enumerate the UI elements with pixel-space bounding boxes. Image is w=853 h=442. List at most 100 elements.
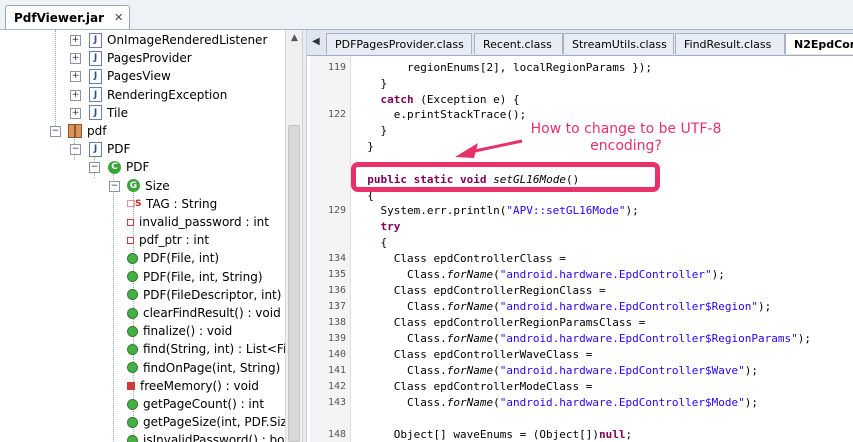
tree-item-label: TAG : String bbox=[146, 196, 218, 211]
tree-item[interactable]: freeMemory() : void bbox=[127, 377, 259, 395]
tree-item[interactable]: finalize() : void bbox=[127, 322, 232, 340]
tree-item-label: PDF bbox=[126, 160, 150, 175]
collapse-icon[interactable]: − bbox=[89, 162, 100, 174]
expand-icon[interactable]: + bbox=[70, 89, 81, 101]
public-method-icon bbox=[127, 416, 138, 428]
splitter[interactable] bbox=[302, 30, 307, 442]
tree-item[interactable]: □S TAG : String bbox=[127, 195, 218, 213]
code-line: { bbox=[354, 236, 387, 249]
close-icon[interactable]: ✕ bbox=[114, 11, 123, 24]
tree-item[interactable]: C PDF bbox=[108, 158, 149, 176]
tree-item-label: pdf_ptr : int bbox=[139, 233, 210, 248]
tree-item[interactable]: J PDF bbox=[89, 140, 130, 158]
tree-item-label: PDF(FileDescriptor, int) bbox=[143, 287, 282, 302]
code-token: Class. bbox=[354, 300, 447, 313]
tab-scroll-left-icon[interactable]: ◀ bbox=[312, 36, 320, 47]
tree-item[interactable]: G Size bbox=[127, 177, 170, 195]
java-file-icon: J bbox=[89, 141, 102, 157]
tree-item[interactable]: findOnPage(int, String) : Li bbox=[127, 359, 285, 377]
editor-tab[interactable]: FindResult.class bbox=[675, 33, 785, 54]
tree-item-label: clearFindResult() : void bbox=[143, 306, 281, 320]
code-token: Class. bbox=[354, 396, 447, 409]
code-line: Class epdControllerWaveClass = bbox=[354, 348, 593, 361]
public-method-icon bbox=[127, 252, 138, 264]
code-token: regionEnums[2], localRegionParams }); bbox=[354, 61, 653, 74]
java-file-icon: J bbox=[89, 105, 102, 121]
tree-item[interactable]: clearFindResult() : void bbox=[127, 304, 281, 322]
package-icon bbox=[68, 124, 82, 138]
tree-item[interactable]: getPageCount() : int bbox=[127, 395, 264, 413]
code-token: { bbox=[354, 236, 388, 249]
tree-item[interactable]: invalid_password : int bbox=[127, 213, 269, 231]
tree-item[interactable]: PDF(File, int) bbox=[127, 249, 219, 267]
tree-item[interactable]: J OnImageRenderedListener bbox=[89, 31, 267, 49]
tree-item[interactable]: J PagesProvider bbox=[89, 49, 192, 67]
tab-pdfviewer-jar[interactable]: PdfViewer.jar ✕ bbox=[5, 5, 131, 29]
line-number: 140 bbox=[327, 349, 346, 360]
tree-item[interactable]: J Tile bbox=[89, 104, 128, 122]
code-token: ); bbox=[744, 396, 758, 409]
editor-tab[interactable]: PDFPagesProvider.class bbox=[326, 33, 472, 54]
tree-item[interactable]: isInvalidPassword() : boole bbox=[127, 431, 285, 442]
tree-item[interactable]: getPageSize(int, PDF.Size) : bbox=[127, 413, 285, 431]
line-number: 143 bbox=[327, 397, 346, 408]
collapse-icon[interactable]: − bbox=[70, 144, 81, 156]
tree-item[interactable]: pdf_ptr : int bbox=[127, 231, 209, 249]
expand-icon[interactable]: + bbox=[70, 35, 81, 46]
code-editor[interactable]: 119 122 129 134 135 136 137 138 139 140 141 142 143 1… bbox=[310, 56, 853, 442]
editor-tab[interactable]: StreamUtils.class bbox=[563, 33, 674, 54]
tree-scrollbar[interactable]: ▲ bbox=[285, 30, 303, 442]
code-token: "android.hardware.EpdController$Region" bbox=[499, 300, 758, 313]
collapse-icon[interactable]: − bbox=[109, 180, 120, 192]
private-field-icon bbox=[127, 218, 134, 226]
code-token: e.printStackTrace(); bbox=[354, 108, 527, 121]
class-icon: C bbox=[108, 160, 121, 174]
tree-item[interactable]: pdf bbox=[68, 122, 106, 140]
public-method-icon bbox=[127, 434, 138, 442]
collapse-icon[interactable]: − bbox=[50, 126, 61, 137]
tree-item[interactable]: find(String, int) : List<FindR bbox=[127, 340, 285, 358]
code-token: } bbox=[354, 140, 374, 153]
code-token: try bbox=[380, 220, 401, 233]
tree-item-label: invalid_password : int bbox=[139, 215, 269, 229]
code-token: forName bbox=[446, 396, 494, 409]
public-method-icon bbox=[127, 289, 138, 301]
tree-item[interactable]: J PagesView bbox=[89, 67, 171, 85]
line-number: 136 bbox=[327, 285, 346, 296]
class-tree[interactable]: + J OnImageRenderedListener + J PagesProvider… bbox=[0, 30, 285, 442]
public-method-icon bbox=[127, 271, 138, 283]
tree-item-label: pdf bbox=[87, 124, 107, 138]
tree-item-label: PDF bbox=[107, 142, 131, 157]
annotation-line-1: How to change to be UTF-8 bbox=[530, 121, 722, 137]
tree-item[interactable]: PDF(FileDescriptor, int) bbox=[127, 286, 281, 304]
editor-tab[interactable]: Recent.class bbox=[474, 33, 563, 54]
code-token: Class. bbox=[354, 332, 447, 345]
line-number-gutter: 119 122 129 134 135 136 137 138 139 140 141 142 143 1… bbox=[310, 56, 351, 442]
expand-icon[interactable]: + bbox=[70, 71, 81, 83]
tree-item[interactable]: PDF(File, int, String) bbox=[127, 268, 263, 286]
editor-tab[interactable]: N2EpdContr bbox=[785, 33, 853, 54]
scrollbar-thumb[interactable] bbox=[288, 125, 300, 442]
scroll-up-icon[interactable]: ▲ bbox=[286, 30, 303, 47]
tree-item-label: finalize() : void bbox=[143, 324, 233, 339]
code-line: try bbox=[354, 220, 401, 233]
code-token: } bbox=[354, 77, 388, 90]
tree-item-label: getPageCount() : int bbox=[143, 397, 265, 411]
code-line: System.err.println("APV::setGL16Mode"); bbox=[354, 204, 638, 217]
expand-icon[interactable]: + bbox=[70, 53, 81, 65]
line-number: 119 bbox=[327, 62, 346, 73]
code-line: Class.forName("android.hardware.EpdContr… bbox=[354, 332, 811, 345]
expand-icon[interactable]: + bbox=[70, 107, 81, 119]
line-number: 139 bbox=[327, 333, 346, 344]
tree-item-label: PDF(File, int, String) bbox=[143, 269, 263, 284]
code-token: ); bbox=[711, 268, 725, 281]
java-file-icon: J bbox=[89, 32, 102, 48]
java-file-icon: J bbox=[89, 50, 102, 66]
public-method-icon bbox=[127, 325, 138, 337]
code-token: (Exception e) { bbox=[413, 93, 520, 106]
code-token: "android.hardware.EpdController$Wave" bbox=[499, 364, 745, 377]
code-token: Class. bbox=[354, 364, 447, 377]
annotation-line-2: encoding? bbox=[590, 138, 662, 154]
tree-item[interactable]: J RenderingException bbox=[89, 86, 227, 104]
line-number: 148 bbox=[327, 429, 346, 440]
